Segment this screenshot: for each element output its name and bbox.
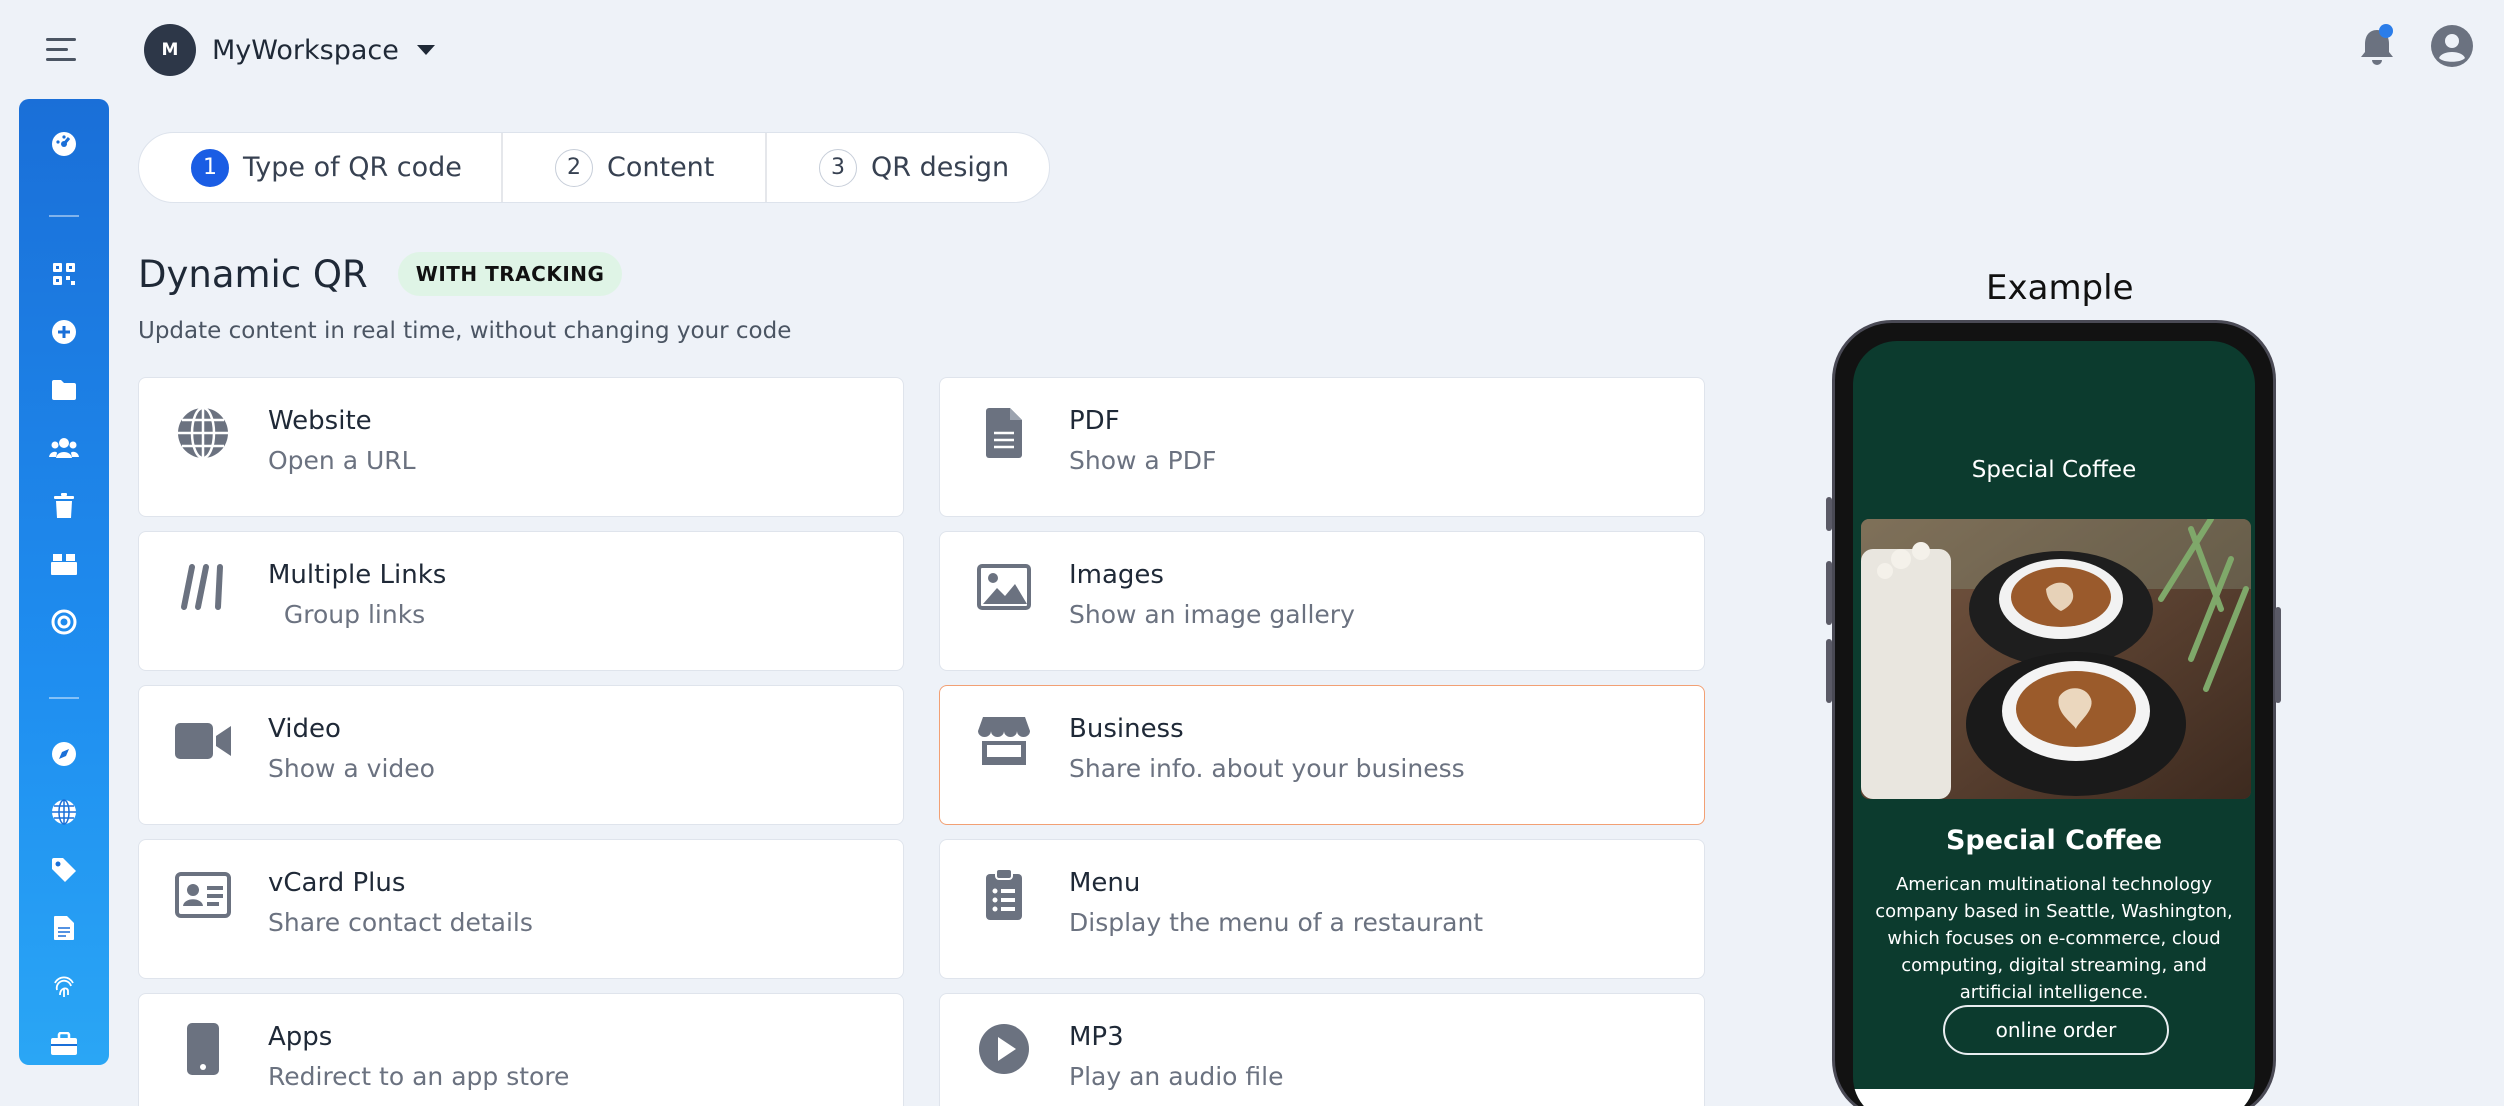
links-icon: [173, 558, 233, 616]
card-description: Play an audio file: [1069, 1062, 1284, 1091]
card-description: Share info. about your business: [1069, 754, 1465, 783]
card-description: Open a URL: [268, 446, 416, 475]
card-title: Apps: [268, 1022, 333, 1052]
globe-icon: [173, 404, 233, 462]
menu-toggle-icon[interactable]: [46, 38, 76, 62]
video-camera-icon: [173, 712, 233, 770]
mobile-icon: [173, 1020, 233, 1078]
card-title: Images: [1069, 560, 1164, 590]
online-order-button[interactable]: online order: [1943, 1005, 2169, 1055]
notification-bell-icon[interactable]: [2356, 24, 2398, 68]
card-title: PDF: [1069, 406, 1120, 436]
card-description: Show a PDF: [1069, 446, 1217, 475]
card-title: vCard Plus: [268, 868, 406, 898]
qr-type-card-vcard-plus[interactable]: vCard Plus Share contact details: [138, 839, 904, 979]
boxes-icon[interactable]: [49, 549, 79, 579]
phone-preview: Special Coffee Special Coffee American m…: [1826, 320, 2281, 1106]
card-description: Group links: [268, 600, 426, 629]
store-icon: [974, 712, 1034, 770]
target-icon[interactable]: [49, 607, 79, 637]
qr-type-card-mp3[interactable]: MP3 Play an audio file: [939, 993, 1705, 1106]
preview-description: American multinational technology compan…: [1875, 874, 2233, 1003]
card-description: Display the menu of a restaurant: [1069, 908, 1484, 937]
preview-header: Special Coffee: [1971, 457, 2137, 483]
qr-type-card-website[interactable]: Website Open a URL: [138, 377, 904, 517]
step-qr-design[interactable]: 3 QR design: [767, 133, 1049, 202]
qr-type-card-images[interactable]: Images Show an image gallery: [939, 531, 1705, 671]
step-content[interactable]: 2 Content: [503, 133, 767, 202]
card-description: Redirect to an app store: [268, 1062, 570, 1091]
clipboard-list-icon: [974, 866, 1034, 924]
tag-icon[interactable]: [49, 855, 79, 885]
globe-icon[interactable]: [49, 797, 79, 827]
preview-title: Special Coffee: [1945, 825, 2163, 856]
workspace-name: MyWorkspace: [212, 34, 399, 66]
step-label: Content: [607, 152, 715, 183]
play-circle-icon: [974, 1020, 1034, 1078]
card-description: Share contact details: [268, 908, 533, 937]
folder-icon[interactable]: [49, 375, 79, 405]
page-subtitle: Update content in real time, without cha…: [138, 318, 792, 344]
briefcase-icon[interactable]: [49, 1029, 79, 1059]
compass-icon[interactable]: [49, 739, 79, 769]
step-type-of-qr[interactable]: 1 Type of QR code: [139, 133, 503, 202]
tracking-badge: WITH TRACKING: [397, 252, 623, 296]
card-title: Menu: [1069, 868, 1141, 898]
card-title: Multiple Links: [268, 560, 447, 590]
add-circle-icon[interactable]: [49, 317, 79, 347]
qr-steps: 1 Type of QR code 2 Content 3 QR design: [138, 132, 1050, 203]
card-description: Show a video: [268, 754, 435, 783]
example-label: Example: [1986, 268, 2134, 308]
step-number: 3: [819, 148, 857, 187]
users-icon[interactable]: [49, 433, 79, 463]
document-icon[interactable]: [49, 913, 79, 943]
coffee-photo: [1861, 519, 2251, 799]
step-number: 1: [191, 148, 229, 187]
workspace-avatar: M: [144, 24, 196, 76]
qr-type-card-business[interactable]: Business Share info. about your business: [939, 685, 1705, 825]
step-label: Type of QR code: [243, 152, 462, 183]
card-title: Business: [1069, 714, 1184, 744]
fingerprint-icon[interactable]: [49, 971, 79, 1001]
qr-type-card-video[interactable]: Video Show a video: [138, 685, 904, 825]
id-card-icon: [173, 866, 233, 924]
qr-code-icon[interactable]: [49, 259, 79, 289]
section-heading: Dynamic QR WITH TRACKING: [138, 252, 623, 296]
trash-icon[interactable]: [49, 491, 79, 521]
qr-type-card-menu[interactable]: Menu Display the menu of a restaurant: [939, 839, 1705, 979]
qr-type-card-multiple-links[interactable]: Multiple Links Group links: [138, 531, 904, 671]
dashboard-gauge-icon[interactable]: [49, 129, 79, 159]
qr-type-card-apps[interactable]: Apps Redirect to an app store: [138, 993, 904, 1106]
card-title: Video: [268, 714, 341, 744]
user-profile-icon[interactable]: [2430, 24, 2474, 68]
card-description: Show an image gallery: [1069, 600, 1355, 629]
step-number: 2: [555, 148, 593, 187]
sidebar: [19, 99, 109, 1065]
card-title: Website: [268, 406, 372, 436]
card-title: MP3: [1069, 1022, 1124, 1052]
preview-footer: [1853, 1089, 2255, 1106]
caret-down-icon: [416, 45, 435, 55]
image-icon: [974, 558, 1034, 616]
step-label: QR design: [871, 152, 1010, 183]
file-icon: [974, 404, 1034, 462]
phone-screen: Special Coffee Special Coffee American m…: [1853, 341, 2255, 1106]
qr-type-card-pdf[interactable]: PDF Show a PDF: [939, 377, 1705, 517]
workspace-selector[interactable]: M MyWorkspace: [144, 24, 435, 76]
page-title: Dynamic QR: [138, 252, 368, 296]
